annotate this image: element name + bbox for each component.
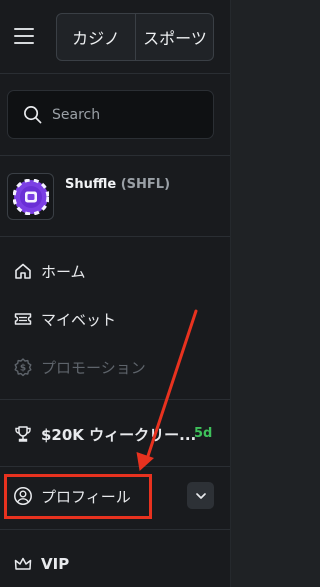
divider [0,73,231,74]
divider [0,236,231,237]
profile-expand-button[interactable] [187,482,214,509]
token-name-text: Shuffle [65,177,117,192]
hamburger-menu-icon[interactable] [14,27,34,45]
token-ticker: (SHFL) [120,177,171,192]
promotion-icon: $ [14,358,32,377]
chevron-down-icon [195,492,206,499]
nav-item-promotions-label: プロモーション [41,358,146,377]
home-icon [15,263,31,279]
nav-item-home-label: ホーム [41,262,86,281]
casino-sports-toggle: カジノ スポーツ [56,13,214,61]
nav-item-weekly-race-label: $20K ウィークリー... [41,425,197,444]
tab-sports[interactable]: スポーツ [136,14,214,60]
nav-item-my-bets[interactable]: マイベット [13,305,116,333]
search-input[interactable] [50,105,204,124]
crown-icon [14,557,32,570]
nav-item-vip-label: VIP [41,555,70,573]
nav-item-my-bets-label: マイベット [41,310,117,329]
divider [0,155,231,156]
token-card[interactable]: Shuffle (SHFL) [7,173,214,221]
nav-item-vip[interactable]: VIP [13,550,69,578]
svg-text:$: $ [20,364,26,374]
user-circle-icon [14,487,32,505]
trophy-icon [15,426,31,442]
ticket-icon [14,313,32,325]
divider [0,466,231,467]
token-name: Shuffle (SHFL) [65,177,170,192]
nav-item-weekly-race[interactable]: $20K ウィークリー... [13,420,196,448]
nav-item-promotions[interactable]: $ プロモーション [13,353,146,381]
main-content-edge [231,0,277,587]
tab-casino-label: カジノ [72,29,120,48]
nav-item-home[interactable]: ホーム [13,257,86,285]
divider [0,399,231,400]
sidebar: カジノ スポーツ Search Shuffle (SHFL) ホーム マイベット… [0,0,231,587]
search-icon [24,106,42,124]
shuffle-chip-logo [7,173,54,220]
nav-item-profile-label: プロフィール [41,487,131,506]
nav-item-profile[interactable]: プロフィール [13,482,131,510]
tab-casino[interactable]: カジノ [57,14,136,60]
time-left-badge: 5d [194,426,213,441]
search-box[interactable] [7,90,214,139]
app-page: カジノ スポーツ Search Shuffle (SHFL) ホーム マイベット… [0,0,277,587]
divider [0,529,231,530]
tab-sports-label: スポーツ [143,29,207,48]
